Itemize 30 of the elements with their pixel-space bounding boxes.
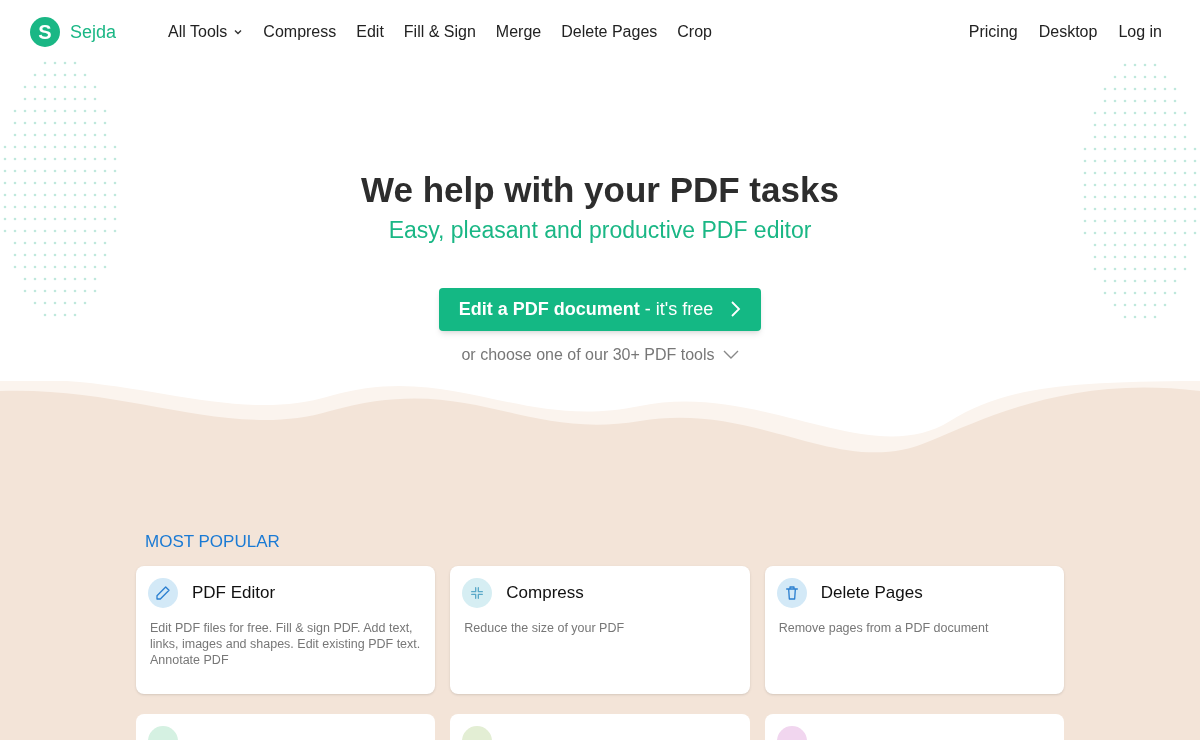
pencil-icon [155,585,171,601]
nav-link[interactable]: Edit [356,20,384,44]
nav-link[interactable]: Log in [1118,20,1162,44]
nav-link[interactable]: Pricing [968,20,1018,44]
nav-link[interactable]: Merge [495,20,542,44]
logo-text: Sejda [70,20,117,44]
more-tools-link[interactable]: or choose one of our 30+ PDF tools [461,342,739,367]
nav-link[interactable]: Desktop [1038,20,1098,44]
tool-card[interactable]: Compress Reduce the size of your PDF [450,566,750,694]
nav-link[interactable]: All Tools [168,20,244,44]
hero-title: We help with your PDF tasks [361,169,839,211]
section-title: MOST POPULAR [145,530,281,553]
chevron-down-icon [722,349,739,360]
card-title: Compress [506,582,584,605]
card-description: Edit PDF files for free. Fill & sign PDF. Add text, links, images and shapes. Edit existing PDF text. Annotate PDF [150,620,422,668]
card-description: Reduce the size of your PDF [464,620,626,636]
hero-subtitle: Easy, pleasant and productive PDF editor [388,216,812,245]
tool-card[interactable]: PDF Editor Edit PDF files for free. Fill & sign PDF. Add text, links, images and shapes. Edit existing PDF text. Annotate PDF [136,566,436,694]
compress-icon [469,585,486,601]
nav-link[interactable]: Fill & Sign [403,20,476,44]
logo-icon: S [30,17,60,47]
tool-card[interactable]: Delete Pages Remove pages from a PDF document [764,566,1064,694]
card-description: Remove pages from a PDF document [778,620,990,636]
trash-icon [783,585,800,601]
nav-link[interactable]: Compress [263,20,337,44]
chevron-right-icon [729,300,742,318]
card-title: PDF Editor [192,582,276,605]
nav-link[interactable]: Delete Pages [561,20,658,44]
nav-link[interactable]: Crop [677,20,712,44]
card-title: Delete Pages [820,582,923,605]
